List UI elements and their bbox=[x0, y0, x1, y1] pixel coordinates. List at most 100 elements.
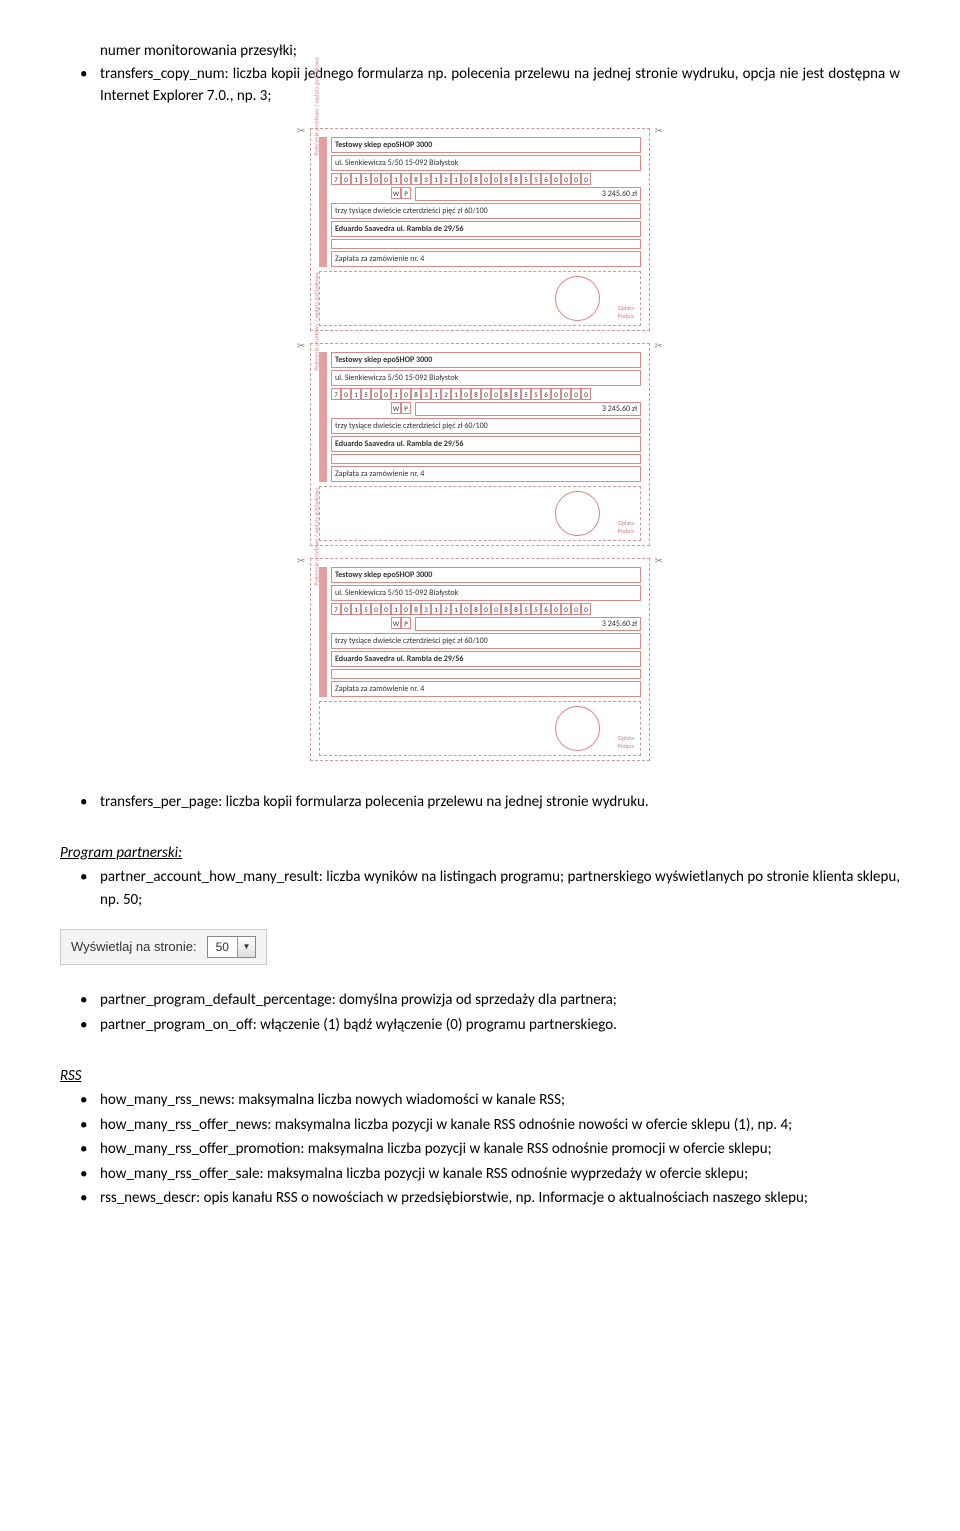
slip-currency-row: W P 3 245.60 zł bbox=[331, 617, 641, 631]
digit: 8 bbox=[411, 388, 421, 400]
after-forms-list: transfers_per_page: liczba kopii formula… bbox=[60, 791, 900, 814]
scissor-icon: ✂ bbox=[655, 123, 663, 138]
bullet-rss-offer-news: how_many_rss_offer_news: maksymalna licz… bbox=[60, 1114, 900, 1137]
intro-list: transfers_copy_num: liczba kopii jednego… bbox=[60, 63, 900, 108]
bullet-partner-account-results: partner_account_how_many_result: liczba … bbox=[60, 866, 900, 911]
slip-vertical-label: Polecenie przelewu / wpłata gotówkowa bbox=[313, 271, 322, 371]
digit: 5 bbox=[521, 173, 531, 185]
per-page-dropdown-widget: Wyświetlaj na stronie: 50 ▼ bbox=[60, 929, 267, 965]
scissor-icon: ✂ bbox=[297, 553, 305, 568]
digit: 8 bbox=[501, 173, 511, 185]
slip-stamp-area: Opłata Podpis bbox=[319, 701, 641, 756]
digit: 8 bbox=[511, 603, 521, 615]
digit: 5 bbox=[531, 603, 541, 615]
digit: 0 bbox=[381, 173, 391, 185]
digit: 2 bbox=[441, 388, 451, 400]
per-page-select[interactable]: 50 ▼ bbox=[207, 936, 256, 958]
slip-amount-words: trzy tysiące dwieście czterdzieści pięć … bbox=[331, 633, 641, 649]
bullet-text: how_many_rss_offer_promotion: maksymalna… bbox=[100, 1140, 772, 1158]
stamp-circle-icon bbox=[555, 276, 600, 321]
digit: 0 bbox=[571, 603, 581, 615]
digit: 1 bbox=[431, 603, 441, 615]
bullet-text: partner_program_default_percentage: domy… bbox=[100, 991, 617, 1009]
digit: 2 bbox=[441, 603, 451, 615]
digit: 0 bbox=[561, 173, 571, 185]
stamp-label-sign: Podpis bbox=[618, 313, 634, 321]
digit: 1 bbox=[351, 173, 361, 185]
digit: 1 bbox=[451, 603, 461, 615]
slip-shop-addr: ul. Sienkiewicza 5/50 15-092 Białystok bbox=[331, 585, 641, 601]
digit: 0 bbox=[571, 173, 581, 185]
scissor-icon: ✂ bbox=[297, 123, 305, 138]
scissor-icon: ✂ bbox=[655, 553, 663, 568]
slip-amount: 3 245.60 zł bbox=[415, 617, 641, 631]
digit: 0 bbox=[381, 603, 391, 615]
digit: 0 bbox=[461, 173, 471, 185]
stamp-circle-icon bbox=[555, 706, 600, 751]
partner-list-2: partner_program_default_percentage: domy… bbox=[60, 989, 900, 1036]
digit: 1 bbox=[391, 388, 401, 400]
digit: 2 bbox=[441, 173, 451, 185]
stamp-labels: Opłata Podpis bbox=[618, 735, 634, 751]
slip-account-row: 70150010831210800885560000 bbox=[331, 173, 641, 185]
digit: 6 bbox=[541, 388, 551, 400]
stamp-label-sign: Podpis bbox=[618, 743, 634, 751]
slip-shop-addr: ul. Sienkiewicza 5/50 15-092 Białystok bbox=[331, 155, 641, 171]
slip-title: Zapłata za zamówienie nr. 4 bbox=[331, 681, 641, 697]
digit: 0 bbox=[401, 603, 411, 615]
digit: 6 bbox=[541, 173, 551, 185]
digit: 0 bbox=[341, 388, 351, 400]
digit: 7 bbox=[331, 388, 341, 400]
slip-payer: Eduardo Saavedra ul. Rambla de 29/56 bbox=[331, 436, 641, 452]
bullet-rss-offer-promotion: how_many_rss_offer_promotion: maksymalna… bbox=[60, 1138, 900, 1161]
slip-title: Zapłata za zamówienie nr. 4 bbox=[331, 251, 641, 267]
intro-line1: numer monitorowania przesyłki; bbox=[100, 42, 297, 60]
digit: 0 bbox=[461, 388, 471, 400]
chevron-down-icon: ▼ bbox=[237, 937, 255, 957]
cur-letter: W bbox=[391, 402, 401, 414]
digit: 0 bbox=[561, 603, 571, 615]
digit: 0 bbox=[551, 173, 561, 185]
bullet-text: transfers_copy_num: liczba kopii jednego… bbox=[100, 65, 900, 106]
slip-vertical-label: Polecenie przelewu / wpłata gotówkowa bbox=[313, 56, 322, 156]
digit: 0 bbox=[481, 388, 491, 400]
slip-shop-name: Testowy sklep epoSHOP 3000 bbox=[331, 137, 641, 153]
slip-shop-addr: ul. Sienkiewicza 5/50 15-092 Białystok bbox=[331, 370, 641, 386]
digit: 1 bbox=[351, 603, 361, 615]
digit: 7 bbox=[331, 173, 341, 185]
digit: 8 bbox=[471, 388, 481, 400]
slip-payer: Eduardo Saavedra ul. Rambla de 29/56 bbox=[331, 221, 641, 237]
digit: 1 bbox=[451, 388, 461, 400]
digit: 6 bbox=[541, 603, 551, 615]
digit: 0 bbox=[401, 173, 411, 185]
digit: 8 bbox=[471, 603, 481, 615]
bullet-text: partner_program_on_off: włączenie (1) bą… bbox=[100, 1016, 617, 1034]
digit: 5 bbox=[521, 388, 531, 400]
digit: 8 bbox=[511, 173, 521, 185]
digit: 0 bbox=[461, 603, 471, 615]
bullet-partner-default-percentage: partner_program_default_percentage: domy… bbox=[60, 989, 900, 1012]
digit: 1 bbox=[431, 388, 441, 400]
transfer-slip: ✂ ✂ Polecenie przelewu / wpłata gotówkow… bbox=[310, 343, 650, 546]
heading-partner-program: Program partnerski: bbox=[60, 842, 900, 865]
stamp-label-sign: Podpis bbox=[618, 528, 634, 536]
digit: 0 bbox=[581, 388, 591, 400]
bullet-partner-on-off: partner_program_on_off: włączenie (1) bą… bbox=[60, 1014, 900, 1037]
digit: 0 bbox=[571, 388, 581, 400]
digit: 5 bbox=[361, 603, 371, 615]
slip-shop-name: Testowy sklep epoSHOP 3000 bbox=[331, 567, 641, 583]
digit: 0 bbox=[561, 388, 571, 400]
rss-list: how_many_rss_news: maksymalna liczba now… bbox=[60, 1089, 900, 1210]
stamp-labels: Opłata Podpis bbox=[618, 520, 634, 536]
digit: 0 bbox=[371, 173, 381, 185]
transfer-slip: ✂ ✂ Polecenie przelewu / wpłata gotówkow… bbox=[310, 128, 650, 331]
slip-stamp-area: Opłata Podpis bbox=[319, 271, 641, 326]
bullet-text: rss_news_descr: opis kanału RSS o nowośc… bbox=[100, 1189, 808, 1207]
bullet-text: how_many_rss_offer_news: maksymalna licz… bbox=[100, 1116, 792, 1134]
slip-amount: 3 245.60 zł bbox=[415, 187, 641, 201]
digit: 8 bbox=[511, 388, 521, 400]
slip-empty-row bbox=[331, 454, 641, 464]
digit: 0 bbox=[551, 603, 561, 615]
slip-currency-row: W P 3 245.60 zł bbox=[331, 402, 641, 416]
slip-vertical-label: Polecenie przelewu / wpłata gotówkowa bbox=[313, 486, 322, 586]
